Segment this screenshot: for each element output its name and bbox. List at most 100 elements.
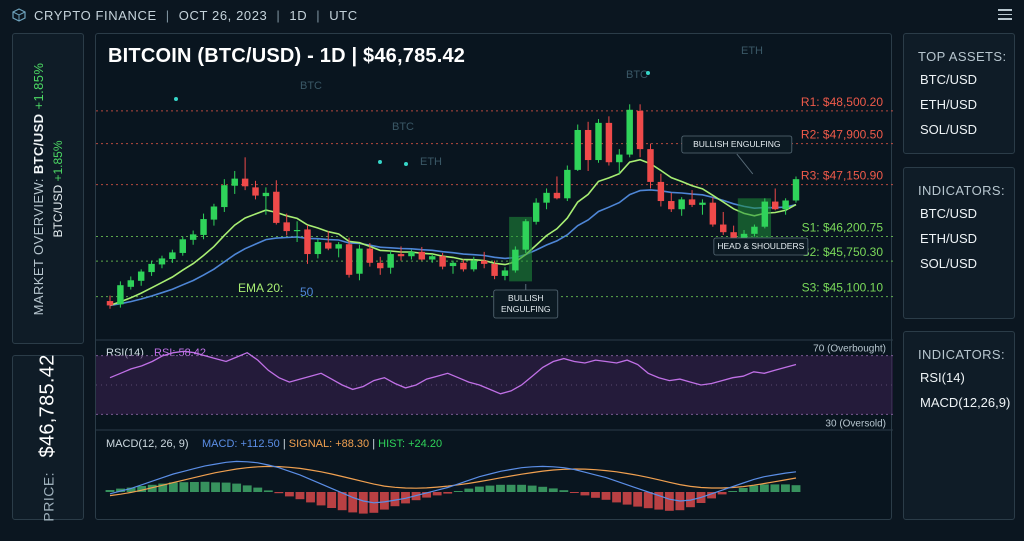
candle-body — [200, 219, 207, 235]
candle-body — [439, 256, 446, 267]
candle-body — [605, 122, 613, 163]
candle-body — [210, 206, 218, 220]
rsi-band — [96, 355, 893, 415]
macd-histogram-bar — [189, 482, 199, 492]
candle-body — [377, 262, 384, 269]
candle-body — [335, 244, 342, 249]
candle-body — [574, 129, 581, 170]
indicator-item-rsi[interactable]: RSI(14) — [920, 370, 1010, 395]
cube-logo-icon — [12, 8, 26, 22]
macd-histogram-bar — [633, 492, 643, 507]
candle-body — [127, 280, 135, 287]
ema-20-label: EMA 20: — [238, 281, 283, 295]
glow-dot-icon — [378, 160, 382, 164]
macd-title: MACD(12, 26, 9) — [106, 438, 189, 450]
price-chart[interactable]: BTC BTC BTC ETH ETH R1: $48,500.20 R2: $47,90… — [96, 34, 893, 521]
macd-values: MACD: +112.50 | SIGNAL: +88.30 | HIST: +… — [202, 438, 442, 450]
indicator-asset-item[interactable]: SOL/USD — [920, 256, 977, 281]
price-value: $46,785.42 — [36, 353, 59, 457]
macd-histogram-bar — [517, 484, 527, 492]
overview-change-secondary: +1.85% — [51, 139, 65, 182]
macd-histogram-bar — [274, 492, 284, 494]
macd-histogram-bar — [612, 492, 622, 503]
candle-body — [491, 263, 498, 276]
overview-pair[interactable]: BTC/USD — [31, 113, 46, 174]
candle-body — [169, 252, 176, 259]
top-assets-list: BTC/USD ETH/USD SOL/USD — [920, 72, 977, 147]
candle-body — [720, 224, 727, 233]
separator: | — [276, 7, 281, 23]
macd-histogram-bar — [105, 490, 115, 492]
rsi-overbought-label: 70 (Overbought) — [813, 344, 886, 355]
macd-histogram-bar — [569, 492, 579, 493]
candle-body — [668, 201, 675, 210]
macd-histogram-bar — [474, 486, 484, 492]
indicators-assets-panel: INDICATORS: BTC/USD ETH/USD SOL/USD — [903, 167, 1015, 319]
header-date: OCT 26, 2023 — [178, 7, 268, 23]
candle-body — [241, 178, 249, 187]
macd-histogram-bar — [284, 492, 294, 497]
candle-body — [221, 185, 228, 208]
glow-dot-icon — [646, 71, 650, 75]
chart-title: BITCOIN (BTC/USD) - 1D | $46,785.42 — [108, 45, 466, 67]
candle-body — [397, 254, 405, 257]
macd-histogram-bar — [200, 481, 210, 492]
hamburger-menu-icon[interactable] — [998, 9, 1012, 20]
macd-panel: MACD(12, 26, 9) MACD: +112.50 | SIGNAL: +… — [96, 429, 893, 514]
header-timeframe[interactable]: 1D — [289, 8, 307, 23]
watermark-label: BTC — [392, 121, 414, 133]
watermark-label: ETH — [741, 45, 763, 57]
candle-body — [179, 239, 186, 253]
candle-body — [252, 187, 259, 196]
candle-body — [408, 251, 415, 257]
macd-histogram-bar — [295, 492, 305, 500]
candle-body — [428, 256, 436, 260]
macd-histogram-bar — [527, 485, 537, 492]
candle-body — [636, 110, 644, 150]
overview-pair-secondary: BTC/USD — [51, 184, 65, 238]
ema-50-label: 50 — [300, 285, 314, 299]
macd-histogram-bar — [316, 492, 326, 506]
header-timezone[interactable]: UTC — [329, 8, 358, 23]
price-panel: PRICE: $46,785.42 — [12, 353, 84, 522]
level-label: R3: $47,150.90 — [801, 169, 883, 183]
top-asset-item[interactable]: ETH/USD — [920, 97, 977, 122]
indicator-item-macd[interactable]: MACD(12,26,9) — [920, 395, 1010, 420]
macd-histogram-bar — [781, 484, 790, 492]
candle-body — [688, 199, 696, 205]
indicator-asset-item[interactable]: BTC/USD — [920, 206, 977, 231]
watermark-label: BTC — [626, 69, 648, 81]
candle-body — [699, 202, 706, 205]
candle-body — [262, 192, 270, 197]
candle-body — [678, 199, 685, 210]
indicators-title: INDICATORS: — [918, 183, 1005, 198]
candle-body — [314, 242, 322, 255]
ema-layer: EMA 20: 50 — [109, 158, 797, 307]
candle-body — [387, 254, 394, 268]
candle-body — [595, 122, 602, 161]
macd-histogram-bar — [485, 485, 495, 492]
candle-body — [532, 202, 540, 222]
candle-body — [345, 244, 353, 275]
candle-body — [460, 262, 467, 270]
separator: | — [316, 7, 321, 23]
top-asset-item[interactable]: SOL/USD — [920, 122, 977, 147]
top-asset-item[interactable]: BTC/USD — [920, 72, 977, 97]
candle-body — [449, 262, 457, 267]
rsi-oversold-label: 30 (Oversold) — [825, 418, 886, 429]
candle-body — [616, 154, 623, 163]
ema-20-line — [109, 158, 797, 307]
price-label: PRICE: — [40, 471, 57, 522]
macd-histogram-bar — [464, 488, 474, 492]
indicator-asset-item[interactable]: ETH/USD — [920, 231, 977, 256]
candle-body — [231, 178, 238, 186]
indicators-panel: INDICATORS: RSI(14) MACD(12,26,9) — [903, 331, 1015, 520]
macd-histogram-bar — [306, 492, 315, 503]
macd-histogram-bar — [211, 482, 220, 492]
macd-histogram-bar — [770, 484, 780, 492]
top-assets-title: TOP ASSETS: — [918, 49, 1007, 64]
macd-histogram-bar — [591, 492, 600, 498]
macd-histogram-bar — [738, 488, 748, 492]
top-bar: CRYPTO FINANCE | OCT 26, 2023 | 1D | UTC — [0, 0, 1024, 30]
annotation-label: BULLISH — [508, 293, 543, 303]
